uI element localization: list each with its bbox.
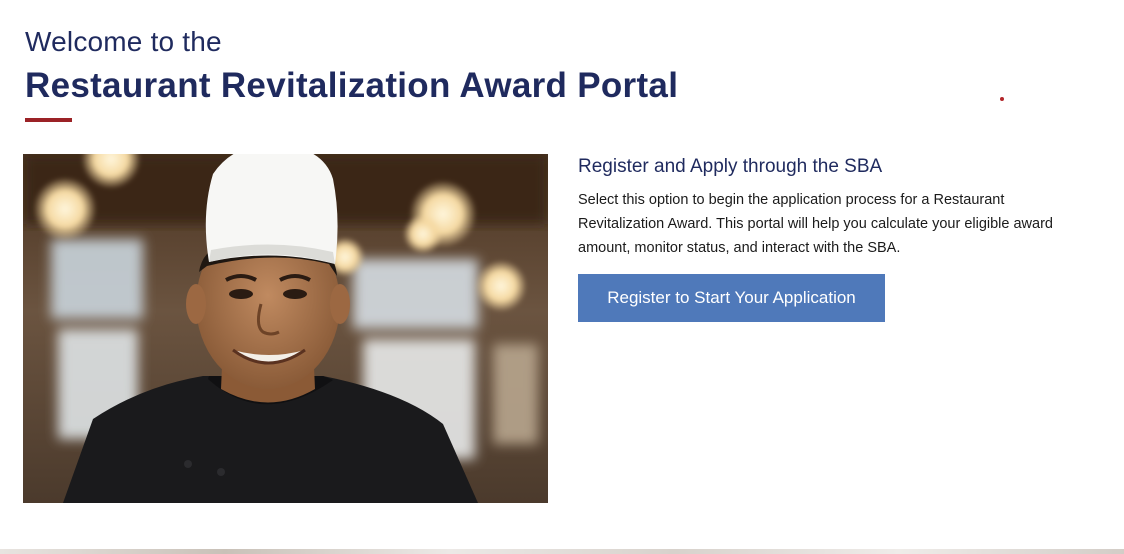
register-start-application-button[interactable]: Register to Start Your Application [578, 274, 885, 322]
decorative-dot [1000, 97, 1004, 101]
chef-photo [23, 154, 548, 503]
register-section: Register and Apply through the SBA Selec… [578, 154, 1098, 260]
register-heading: Register and Apply through the SBA [578, 156, 883, 177]
welcome-text: Welcome to the [25, 26, 222, 57]
register-description: Select this option to begin the applicat… [578, 192, 1053, 256]
page-title: Restaurant Revitalization Award Portal [25, 66, 679, 105]
title-accent-divider [25, 118, 72, 122]
page-header: Welcome to the Restaurant Revitalization… [25, 24, 678, 108]
footer-image-strip [0, 549, 1124, 554]
